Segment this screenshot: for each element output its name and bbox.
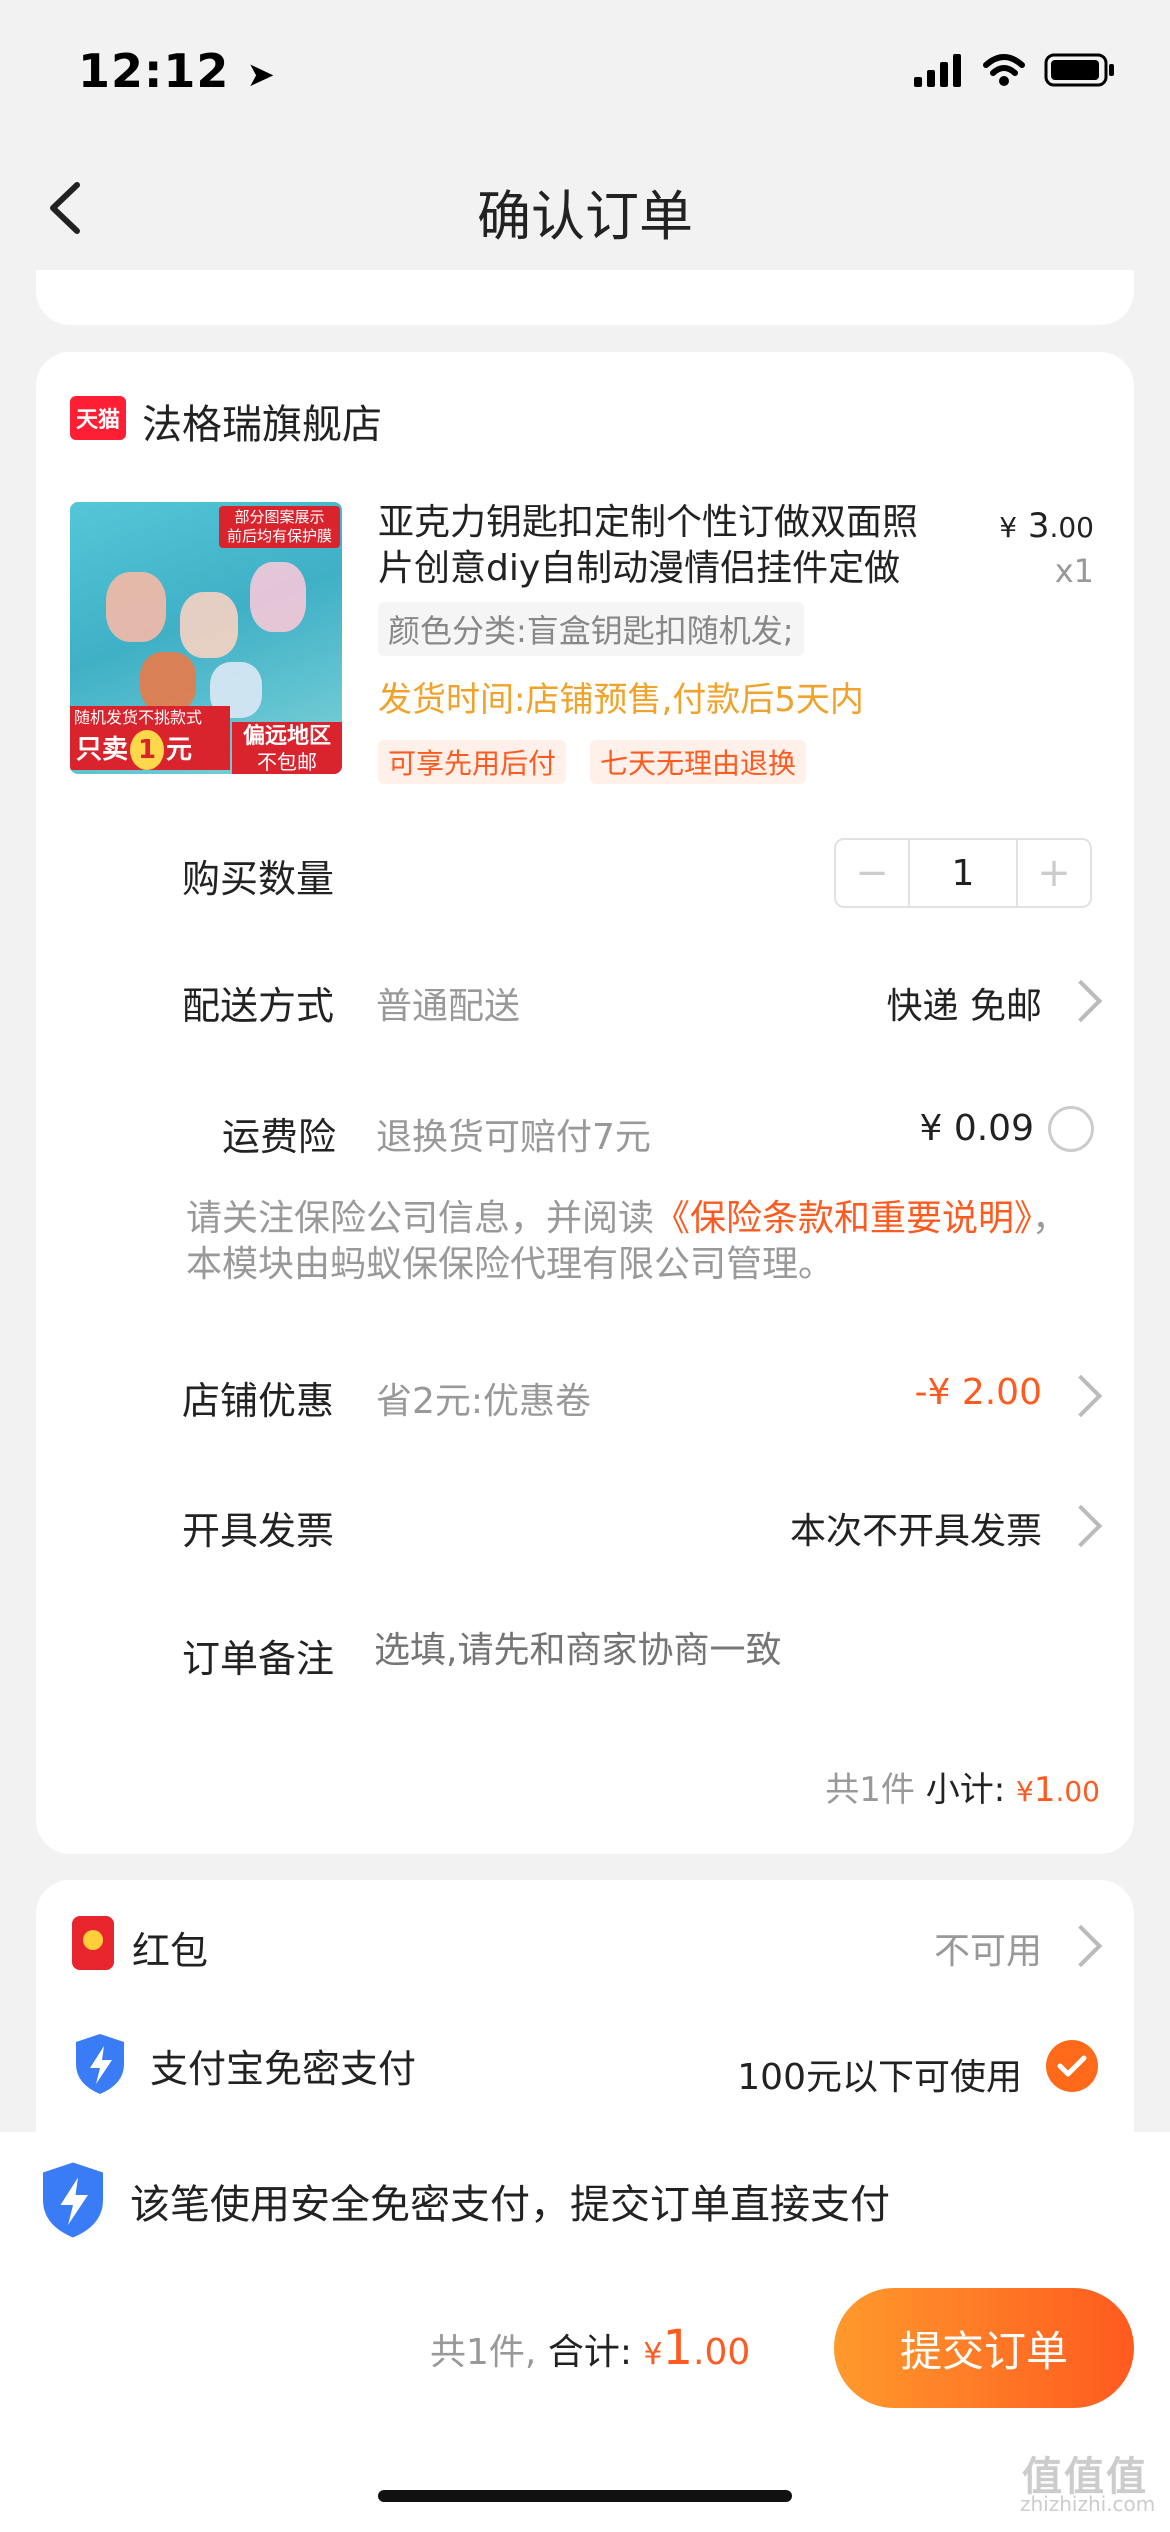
keychain-charm (106, 572, 166, 642)
order-total: 共1件, 合计: ¥1.00 (430, 2320, 751, 2376)
image-banner-top: 部分图案展示 前后均有保护膜 (218, 506, 340, 548)
insurance-price: ¥ 0.09 (919, 1108, 1034, 1149)
quantity-label: 购买数量 (182, 857, 335, 901)
alipay-check-icon[interactable] (1046, 2040, 1098, 2092)
red-packet-label: 红包 (132, 1929, 209, 1973)
invoice-value: 本次不开具发票 (789, 1511, 1042, 1552)
remark-label: 订单备注 (182, 1637, 335, 1681)
wifi-icon (983, 54, 1025, 86)
discount-label: 店铺优惠 (182, 1379, 335, 1423)
subtotal: 共1件 小计: ¥1.00 (825, 1770, 1100, 1810)
ship-time: 发货时间:店铺预售,付款后5天内 (378, 680, 864, 720)
tmall-logo-icon: 天猫 (70, 396, 126, 440)
status-icons (914, 52, 1116, 88)
image-banner-bottom-left: 随机发货不挑款式 只卖 1 元 (70, 706, 230, 770)
product-price: ¥ 3.00 (999, 506, 1094, 546)
quantity-minus-button[interactable]: − (836, 840, 908, 906)
delivery-value: 快递 免邮 (886, 986, 1042, 1027)
red-packet-icon (72, 1916, 114, 1970)
image-banner-bottom-right: 偏远地区 不包邮 (232, 722, 342, 774)
location-arrow-icon: ➤ (246, 54, 276, 95)
alipay-value: 100元以下可使用 (737, 2057, 1022, 2098)
delivery-method: 普通配送 (376, 986, 521, 1027)
keychain-charm (250, 562, 306, 632)
watermark-url: zhizhizhi.com (1020, 2492, 1156, 2516)
tag-pay-later: 可享先用后付 (378, 740, 567, 784)
product-sku[interactable]: 颜色分类:盲盒钥匙扣随机发; (378, 602, 804, 656)
status-time: 12:12 ➤ (78, 44, 276, 98)
product-title[interactable]: 亚克力钥匙扣定制个性订做双面照片创意diy自制动漫情侣挂件定做 (378, 500, 938, 592)
insurance-notice: 请关注保险公司信息，并阅读《保险条款和重要说明》，本模块由蚂蚁保保险代理有限公司… (186, 1198, 1069, 1285)
product-quantity: x1 (1054, 552, 1094, 590)
quantity-stepper[interactable]: − 1 + (834, 838, 1092, 908)
remark-input[interactable] (372, 1614, 1076, 1686)
page-title: 确认订单 (477, 185, 693, 248)
quantity-plus-button[interactable]: + (1018, 840, 1090, 906)
keychain-charm (180, 592, 238, 658)
battery-icon (1044, 53, 1114, 87)
discount-value: -¥ 2.00 (914, 1372, 1043, 1413)
submit-order-button[interactable]: 提交订单 (834, 2288, 1134, 2408)
delivery-label: 配送方式 (182, 984, 335, 1028)
alipay-label: 支付宝免密支付 (150, 2047, 417, 2091)
insurance-radio[interactable] (1048, 1106, 1094, 1152)
shop-name[interactable]: 法格瑞旗舰店 (142, 392, 382, 450)
cellular-signal-icon (914, 54, 961, 87)
keychain-charm (140, 652, 196, 712)
insurance-desc: 退换货可赔付7元 (376, 1117, 651, 1158)
red-packet-value: 不可用 (933, 1931, 1042, 1972)
invoice-label: 开具发票 (182, 1509, 335, 1553)
discount-desc: 省2元:优惠卷 (376, 1381, 592, 1422)
alipay-shield-icon (76, 2034, 124, 2094)
quantity-value[interactable]: 1 (908, 840, 1018, 906)
insurance-label: 运费险 (222, 1115, 337, 1159)
product-image[interactable]: 部分图案展示 前后均有保护膜 随机发货不挑款式 只卖 1 元 偏远地区 不包邮 (70, 502, 342, 774)
home-indicator[interactable] (378, 2490, 792, 2502)
insurance-terms-link[interactable]: 《保险条款和重要说明》 (654, 1198, 1032, 1239)
security-shield-icon (43, 2162, 103, 2238)
secure-pay-note: 该笔使用安全免密支付，提交订单直接支付 (130, 2182, 890, 2228)
tag-seven-day-return: 七天无理由退换 (590, 740, 807, 784)
